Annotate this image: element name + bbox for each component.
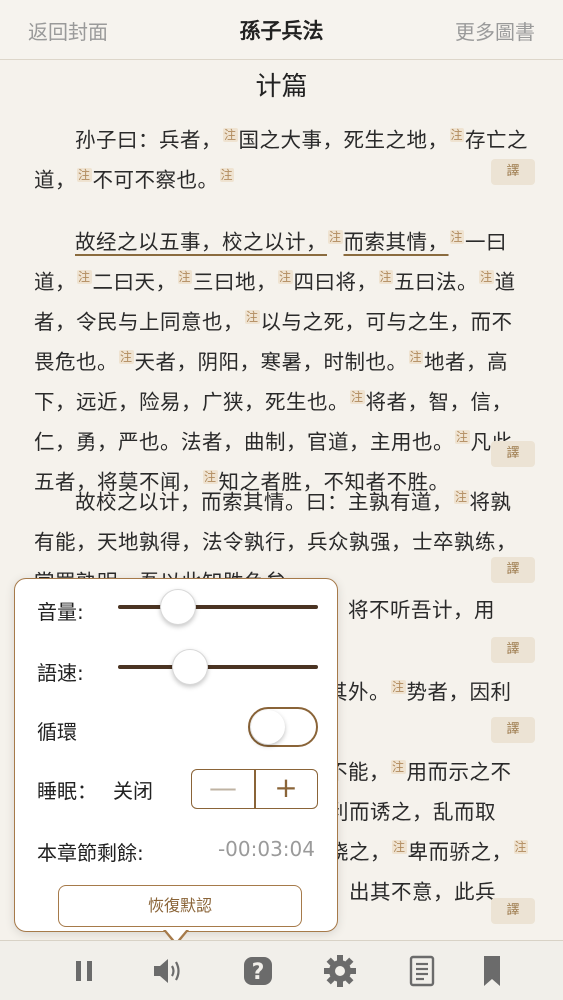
- translate-button[interactable]: 譯: [491, 898, 535, 924]
- annotation-marker[interactable]: 注: [455, 430, 470, 445]
- paragraph-text: 孙子曰：兵者，: [75, 128, 222, 152]
- annotation-marker[interactable]: 注: [223, 128, 238, 143]
- chapter-remaining-time: -00:03:04: [217, 837, 315, 861]
- annotation-marker[interactable]: 注: [408, 350, 424, 365]
- paragraph-text: 四曰将，: [293, 270, 378, 294]
- bookmark-icon[interactable]: [472, 953, 512, 989]
- translate-button[interactable]: 譯: [491, 159, 535, 185]
- volume-slider[interactable]: [118, 589, 318, 625]
- annotation-marker[interactable]: 注: [77, 168, 92, 183]
- annotation-marker[interactable]: 注: [449, 128, 465, 143]
- paragraph-text: 卑而骄之，: [407, 840, 513, 864]
- paragraph-text: 势者，因利: [406, 680, 512, 704]
- paragraph: 故经之以五事，校之以计， 注而索其情， 注一曰道， 注二曰天， 注三曰地， 注四曰将， 注五…: [34, 222, 530, 502]
- annotation-marker[interactable]: 注: [177, 270, 193, 285]
- restore-defaults-button[interactable]: 恢復默認: [58, 885, 302, 927]
- annotation-marker[interactable]: 注: [454, 490, 469, 505]
- annotation-marker[interactable]: 注: [328, 230, 343, 245]
- pause-icon[interactable]: [64, 953, 104, 989]
- paragraph-text: 二曰天，: [92, 270, 177, 294]
- volume-label: 音量:: [37, 600, 84, 624]
- paragraph-text: 故经之以五事，校之以计，: [75, 230, 327, 254]
- sleep-value: 关闭: [113, 779, 153, 803]
- chapter-title: 计篇: [255, 72, 308, 102]
- speech-rate-slider-thumb[interactable]: [172, 649, 208, 685]
- help-icon[interactable]: ?: [238, 953, 278, 989]
- annotation-marker[interactable]: 注: [119, 350, 134, 365]
- sleep-decrease-button[interactable]: —: [192, 770, 254, 808]
- speech-rate-slider[interactable]: [118, 649, 318, 685]
- translate-button[interactable]: 譯: [491, 441, 535, 467]
- paragraph-text: 而索其情，: [343, 230, 449, 254]
- chapter-remaining-label: 本章節剩餘:: [37, 841, 144, 865]
- paragraph-text: 故校之以计，而索其情。曰：主孰有道，: [75, 490, 453, 514]
- sleep-increase-button[interactable]: +: [255, 770, 317, 808]
- annotation-marker[interactable]: 注: [219, 168, 235, 183]
- table-of-contents-icon[interactable]: [402, 953, 442, 989]
- translate-button[interactable]: 譯: [491, 717, 535, 743]
- annotation-marker[interactable]: 注: [278, 270, 293, 285]
- translate-button[interactable]: 譯: [491, 637, 535, 663]
- annotation-marker[interactable]: 注: [449, 230, 465, 245]
- loop-label: 循環: [37, 720, 77, 744]
- loop-toggle[interactable]: [248, 707, 318, 747]
- volume-slider-thumb[interactable]: [160, 589, 196, 625]
- paragraph: 孙子曰：兵者， 注国之大事，死生之地， 注存亡之道， 注不可不察也。注: [34, 120, 530, 200]
- paragraph-text: 三曰地，: [193, 270, 278, 294]
- nav-bar: 返回封面 孫子兵法 更多圖書: [0, 0, 563, 60]
- speaker-icon[interactable]: [148, 953, 188, 989]
- loop-toggle-knob: [251, 710, 285, 744]
- annotation-marker[interactable]: 注: [513, 840, 529, 855]
- annotation-marker[interactable]: 注: [391, 760, 406, 775]
- sleep-label: 睡眠：: [37, 779, 97, 803]
- paragraph-text: 天者，阴阳，寒暑，时制也。: [134, 350, 408, 374]
- more-books-button[interactable]: 更多圖書: [455, 16, 535, 45]
- bottom-toolbar: ?: [0, 940, 563, 1000]
- speech-rate-label: 語速:: [37, 661, 84, 685]
- annotation-marker[interactable]: 注: [391, 680, 406, 695]
- annotation-marker[interactable]: 注: [245, 310, 260, 325]
- annotation-marker[interactable]: 注: [350, 390, 365, 405]
- annotation-marker[interactable]: 注: [392, 840, 407, 855]
- annotation-marker[interactable]: 注: [378, 270, 394, 285]
- translate-button[interactable]: 譯: [491, 557, 535, 583]
- sleep-stepper: — +: [191, 769, 318, 809]
- annotation-marker[interactable]: 注: [479, 270, 494, 285]
- annotation-marker[interactable]: 注: [77, 270, 92, 285]
- settings-gear-icon[interactable]: [320, 953, 360, 989]
- paragraph-text: 国之大事，死生之地，: [238, 128, 449, 152]
- paragraph-text: 不可不察也。: [92, 168, 219, 192]
- audio-settings-popover: 音量: 語速: 循環 睡眠： 关闭 — + 本章節剩餘: -00:03:04 恢…: [14, 578, 338, 932]
- svg-text:?: ?: [252, 960, 265, 985]
- paragraph-text: 五曰法。: [394, 270, 479, 294]
